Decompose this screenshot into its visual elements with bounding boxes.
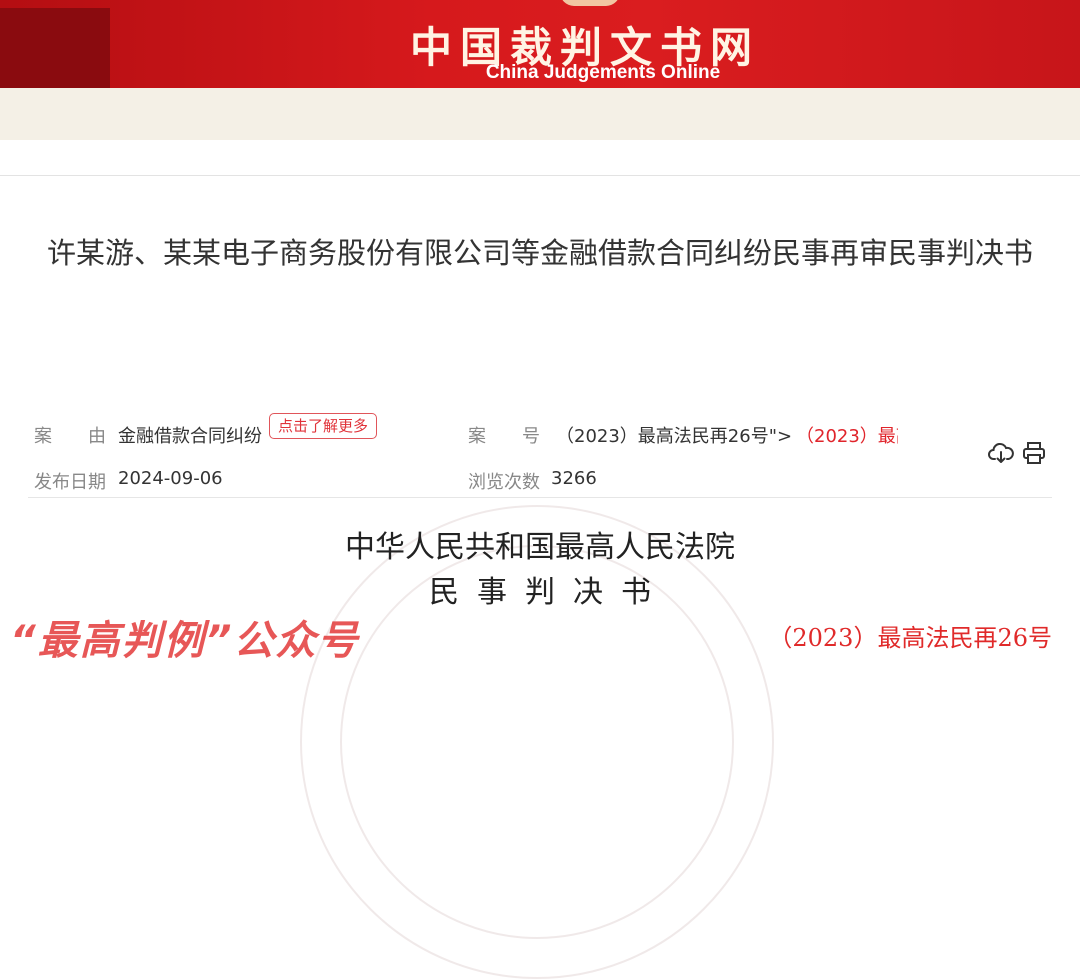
- navigation-bar: [0, 88, 1080, 140]
- publish-date-label: 发布日期: [34, 472, 106, 493]
- learn-more-button[interactable]: 点击了解更多: [269, 413, 378, 439]
- views-value: 3266: [551, 468, 597, 489]
- divider: [0, 175, 1080, 176]
- case-no-label: 案 号: [468, 426, 540, 447]
- header-ornament: [560, 0, 620, 6]
- wechat-account-watermark: “最高判例”公众号: [10, 618, 360, 664]
- cause-label: 案 由: [34, 426, 106, 447]
- printer-icon[interactable]: [1021, 440, 1047, 466]
- site-logo-subtitle: China Judgements Online: [485, 62, 721, 83]
- document-type: 民事判决书: [429, 575, 669, 610]
- document-title: 许某游、某某电子商务股份有限公司等金融借款合同纠纷民事再审民事判决书: [46, 236, 1033, 270]
- cause-value: 金融借款合同纠纷: [118, 426, 262, 447]
- views-label: 浏览次数: [468, 472, 540, 493]
- publish-date-value: 2024-09-06: [118, 468, 223, 489]
- case-number: （2023）最高法民再26号: [768, 624, 1052, 652]
- download-cloud-icon[interactable]: [988, 440, 1014, 466]
- case-no-link[interactable]: （2023）最高: [796, 422, 898, 448]
- case-no-value: （2023）最高法民再26号">: [556, 426, 793, 447]
- divider: [28, 497, 1052, 498]
- court-name: 中华人民共和国最高人民法院: [345, 530, 735, 565]
- site-header-banner: 中国裁判文书网 China Judgements Online: [0, 0, 1080, 88]
